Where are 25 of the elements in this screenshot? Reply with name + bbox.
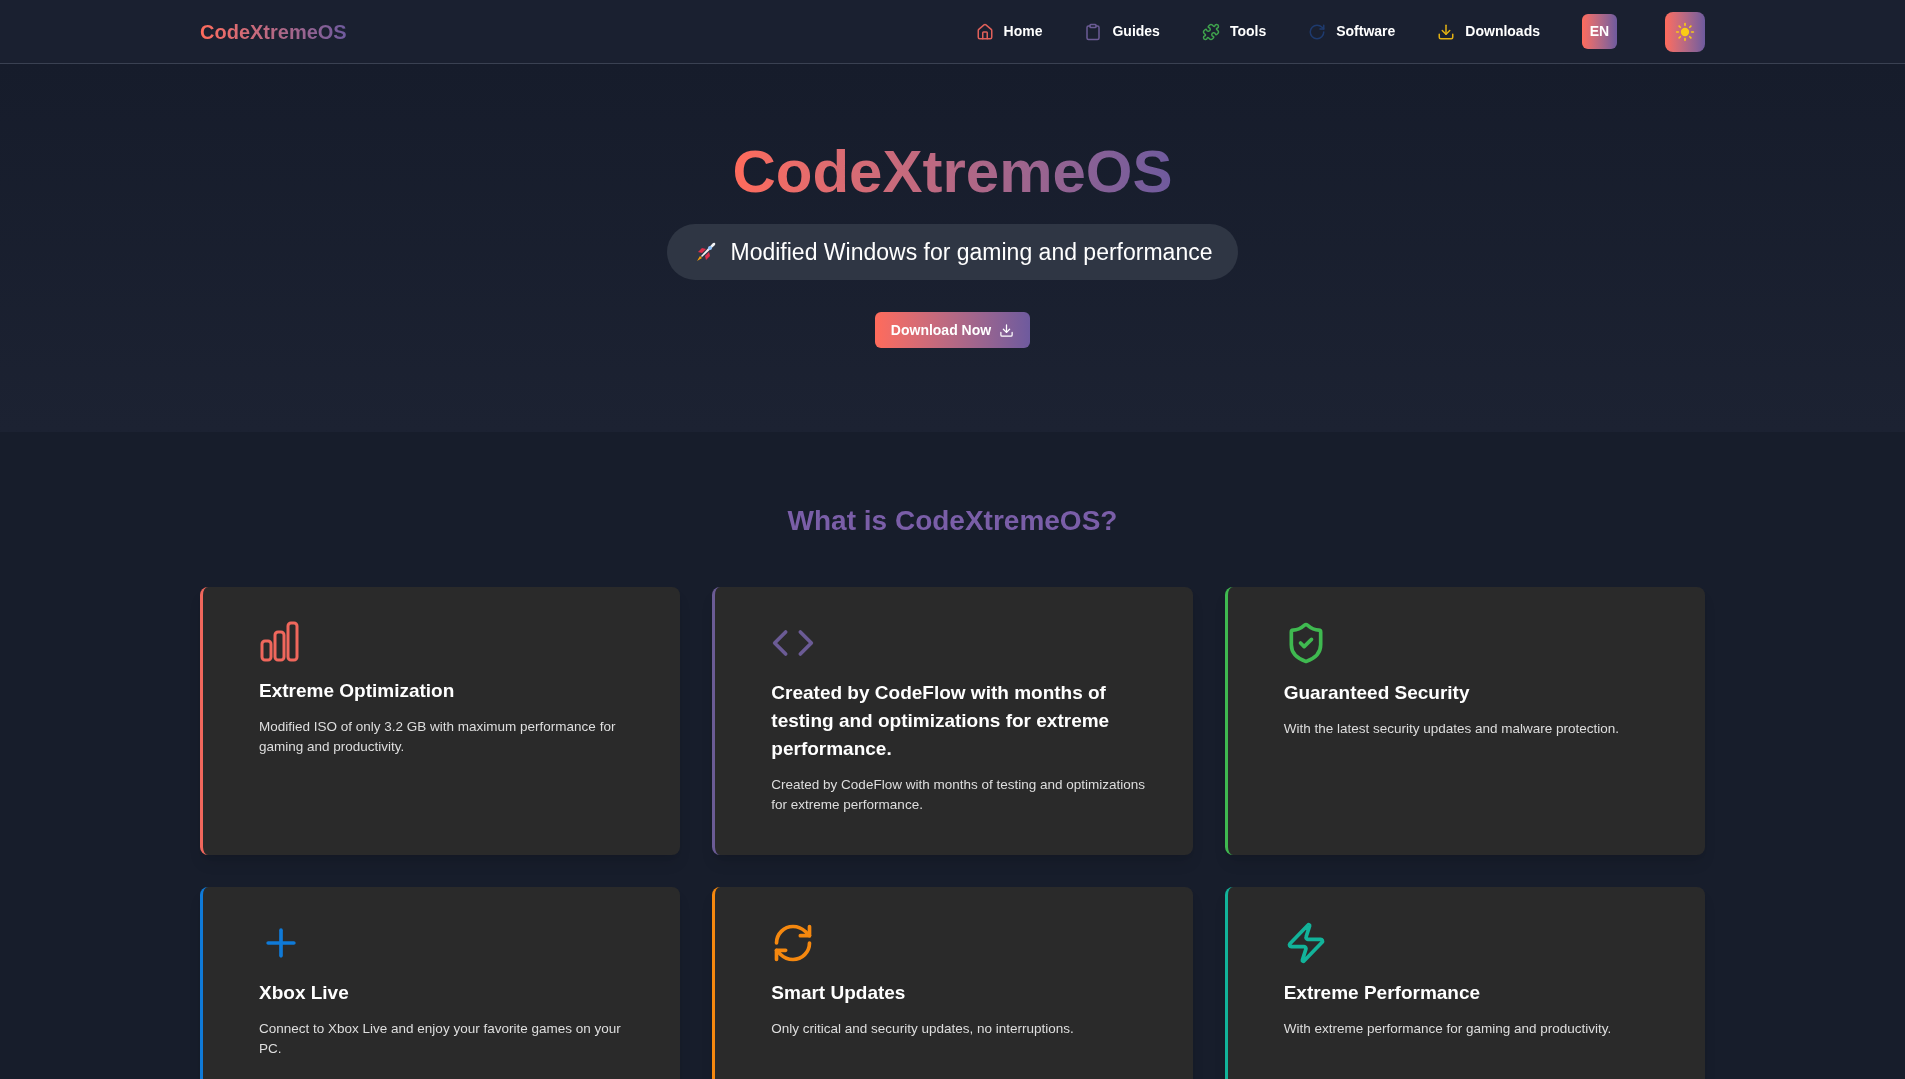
download-icon: [999, 322, 1015, 338]
card-description: Modified ISO of only 3.2 GB with maximum performance for gaming and productivity.: [259, 718, 617, 756]
nav-link[interactable]: Tools: [1201, 21, 1267, 42]
nav-link[interactable]: Guides: [1084, 21, 1160, 42]
card-title: Guaranteed Security: [1283, 681, 1471, 705]
nav-link[interactable]: Downloads: [1437, 21, 1540, 42]
card-description: Connect to Xbox Live and enjoy your favorite games on your PC.: [259, 1020, 622, 1058]
tagline-text: Modified Windows for gaming and performance: [730, 237, 1213, 267]
sun-icon: [1675, 21, 1695, 42]
card-title: Created by CodeFlow with months of testing and optimizations for extreme performance.: [771, 681, 1111, 761]
card-description: Only critical and security updates, no interruptions.: [771, 1020, 1075, 1038]
bar-chart-icon: [259, 621, 301, 663]
card-description: Created by CodeFlow with months of testing and optimizations for extreme performance.: [771, 776, 1147, 814]
card-title: Extreme Performance: [1283, 981, 1482, 1005]
card-title: Smart Updates: [771, 981, 907, 1005]
card-title: Xbox Live: [259, 981, 350, 1005]
download-now-button[interactable]: Download Now: [874, 312, 1031, 348]
card-description: With the latest security updates and malware protection.: [1283, 720, 1621, 738]
nav-link[interactable]: Software: [1308, 21, 1396, 42]
card-title: Extreme Optimization: [259, 679, 456, 703]
nav-link[interactable]: Home: [975, 21, 1043, 42]
card-description: With extreme performance for gaming and productivity.: [1283, 1020, 1613, 1038]
language-button[interactable]: EN: [1582, 14, 1617, 49]
section-heading: What is CodeXtremeOS?: [786, 504, 1119, 538]
theme-toggle-button[interactable]: [1665, 11, 1705, 52]
